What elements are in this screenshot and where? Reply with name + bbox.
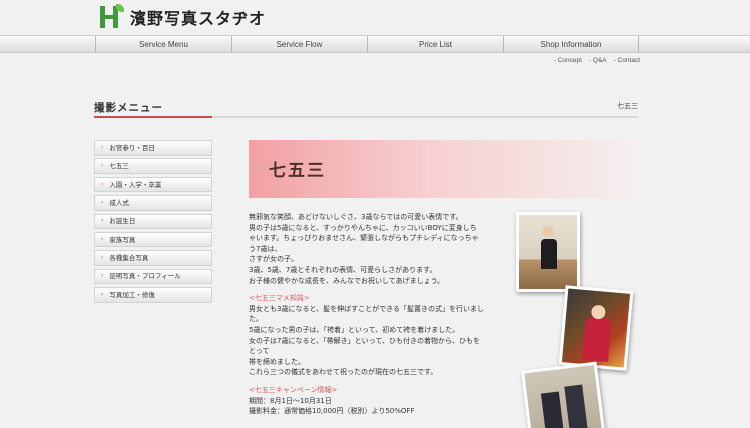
intro-line: さすが女の子。 xyxy=(249,255,298,264)
chevron-right-icon: › xyxy=(101,272,104,280)
page-heading: 撮影メニュー xyxy=(94,102,163,114)
mame-line: た。 xyxy=(249,315,263,324)
subnav-contact[interactable]: - Contact xyxy=(614,57,640,64)
intro-line: ゃいます。ちょっぴりおませさん、緊張しながらもプチレディになっちゃ xyxy=(249,234,479,243)
sidebar-item-omiyamairi[interactable]: › お宮参り・百日 xyxy=(94,140,212,156)
campaign-heading: <七五三キャンペーン情報> xyxy=(249,385,338,394)
chevron-right-icon: › xyxy=(101,290,104,298)
nav-service-flow[interactable]: Service Flow xyxy=(231,36,367,53)
photo-boy-suit xyxy=(516,212,580,292)
sidebar-item-group[interactable]: › 各種集合写真 xyxy=(94,250,212,266)
mame-line: とって xyxy=(249,347,270,356)
page-banner: 七五三 xyxy=(249,140,638,198)
sidebar-item-label: お誕生日 xyxy=(109,217,136,226)
mame-line: 男女とも3歳になると、髪を伸ばすことができる「髪置きの式」を行いまし xyxy=(249,304,485,313)
sidebar-item-label: 証明写真・プロフィール xyxy=(109,272,181,281)
sidebar-item-label: 写真加工・修復 xyxy=(109,290,155,299)
mame-line: 5歳になった男の子は、「袴着」といって、初めて袴を着けました。 xyxy=(249,325,460,334)
nav-price-list[interactable]: Price List xyxy=(367,36,503,53)
chevron-right-icon: › xyxy=(101,162,104,170)
sidebar-item-id-photo[interactable]: › 証明写真・プロフィール xyxy=(94,268,212,285)
intro-line: 3歳、5歳、7歳とそれぞれの表情、可愛らしさがあります。 xyxy=(249,265,437,274)
chevron-right-icon: › xyxy=(101,254,104,262)
subnav-concept[interactable]: - Concept xyxy=(554,57,582,64)
chevron-right-icon: › xyxy=(101,235,104,243)
campaign-line: 期間：8月1日〜10月31日 xyxy=(249,396,332,405)
sidebar-item-shichigosan[interactable]: › 七五三 xyxy=(94,158,212,174)
intro-line: 無邪気な笑顔、あどけないしぐさ、3歳ならではの可愛い表情です。 xyxy=(249,213,463,221)
logo[interactable]: 濱野写真スタヂオ xyxy=(98,4,266,30)
campaign-line: 撮影料金：通常価格10,000円（税別）より50%OFF xyxy=(249,407,415,416)
intro-line: う7歳は、 xyxy=(249,244,282,253)
chevron-right-icon: › xyxy=(101,198,104,206)
main-content: 無邪気な笑顔、あどけないしぐさ、3歳ならではの可愛い表情です。 男の子は5歳にな… xyxy=(249,212,514,417)
logo-text: 濱野写真スタヂオ xyxy=(130,9,267,28)
sidebar-item-label: 各種集合写真 xyxy=(109,254,149,263)
photo-girl-kimono xyxy=(558,285,634,371)
sidebar-item-label: 成人式 xyxy=(109,198,129,207)
mame-line: 女の子は7歳になると、「帯解き」といって、ひも付きの着物から、ひもを xyxy=(249,336,480,345)
sub-nav: - Concept - Q&A - Contact xyxy=(554,57,640,64)
sidebar-item-birthday[interactable]: › お誕生日 xyxy=(94,213,212,230)
heading-divider-accent xyxy=(94,116,212,118)
photo-boys-hakama xyxy=(521,361,605,428)
sidebar-item-label: お宮参り・百日 xyxy=(109,143,155,152)
nav-shop-information[interactable]: Shop Information xyxy=(503,36,639,53)
intro-line: お子様の健やかな成長を、みんなでお祝いしてあげましょう。 xyxy=(249,276,445,285)
mame-line: 帯を締めました。 xyxy=(249,357,305,366)
sidebar-item-label: 入園・入学・卒業 xyxy=(109,180,162,189)
banner-title: 七五三 xyxy=(269,161,326,181)
subnav-qa[interactable]: - Q&A xyxy=(589,57,607,64)
chevron-right-icon: › xyxy=(101,180,104,188)
chevron-right-icon: › xyxy=(101,143,104,151)
sidebar-item-label: 七五三 xyxy=(109,162,129,171)
sidebar-item-coming-of-age[interactable]: › 成人式 xyxy=(94,195,212,211)
main-nav: Service Menu Service Flow Price List Sho… xyxy=(0,35,750,53)
sidebar-item-retouch[interactable]: › 写真加工・修復 xyxy=(94,287,212,303)
h-logo-icon xyxy=(98,4,124,30)
nav-service-menu[interactable]: Service Menu xyxy=(95,36,231,53)
intro-line: 男の子は5歳になると、すっかりやんちゃに、カッコいいBOYに変身しち xyxy=(249,223,477,232)
breadcrumb: 七五三 xyxy=(617,102,638,110)
sidebar-menu: › お宮参り・百日 › 七五三 › 入園・入学・卒業 › 成人式 › お誕生日 › 家族写真… xyxy=(94,140,212,306)
sidebar-item-label: 家族写真 xyxy=(109,235,136,244)
sidebar-item-family[interactable]: › 家族写真 xyxy=(94,231,212,248)
mame-heading: <七五三マメ知識> xyxy=(249,294,310,303)
chevron-right-icon: › xyxy=(101,217,104,225)
sidebar-item-school[interactable]: › 入園・入学・卒業 xyxy=(94,176,212,193)
mame-line: これら三つの儀式をあわせて祝ったのが現在の七五三です。 xyxy=(249,368,438,377)
